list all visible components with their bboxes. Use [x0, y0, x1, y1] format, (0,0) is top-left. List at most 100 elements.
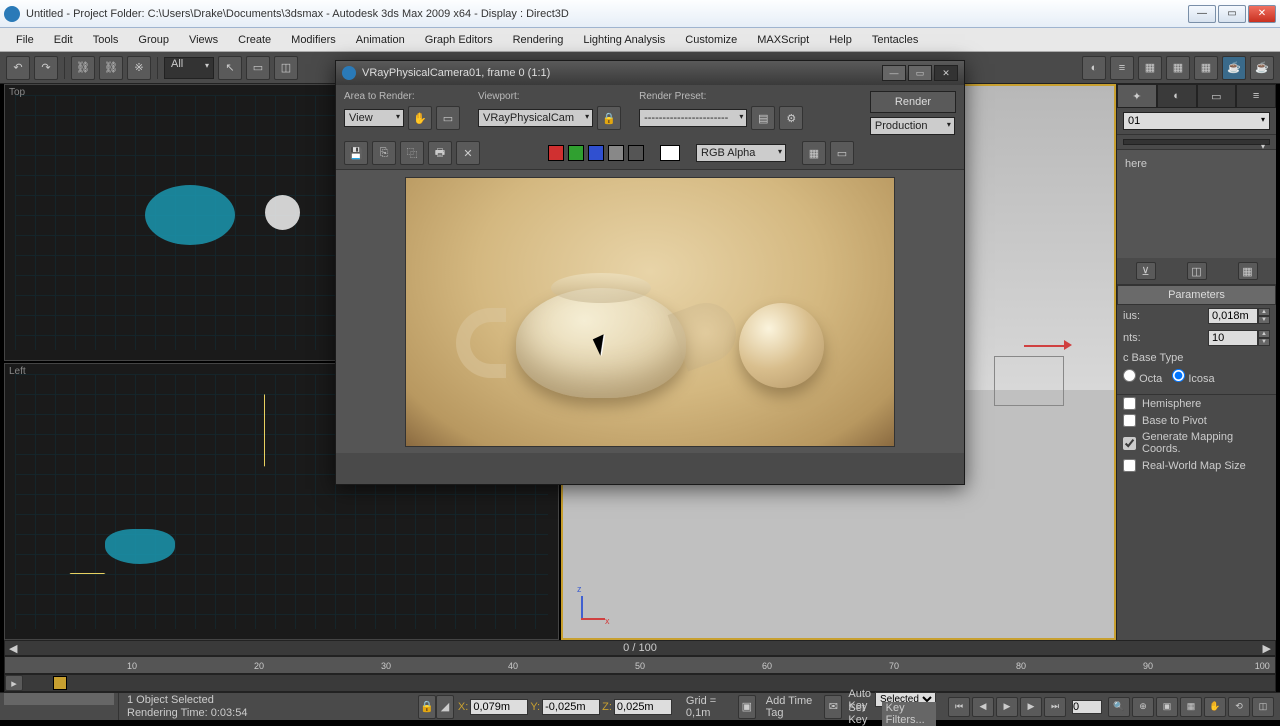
z-input[interactable] — [614, 699, 672, 715]
play-button[interactable]: ▶ — [996, 697, 1018, 717]
zoom-extents-all-button[interactable]: ▦ — [1180, 697, 1202, 717]
channel-red-button[interactable] — [548, 145, 564, 161]
env-button[interactable]: ▤ — [751, 106, 775, 130]
quick-render-button[interactable]: ▦ — [1194, 56, 1218, 80]
render-preset-combo[interactable]: ----------------------- — [639, 109, 747, 127]
render-maximize-button[interactable]: ▭ — [908, 65, 932, 81]
channel-display-combo[interactable]: RGB Alpha — [696, 144, 786, 162]
menu-modifiers[interactable]: Modifiers — [281, 30, 346, 50]
radius-input[interactable] — [1208, 308, 1258, 324]
radio-octa[interactable]: Octa — [1123, 369, 1162, 385]
menu-lighting[interactable]: Lighting Analysis — [573, 30, 675, 50]
render-output-viewport[interactable] — [336, 170, 964, 453]
isolate-button[interactable]: ▣ — [738, 695, 756, 719]
current-frame-input[interactable] — [1072, 700, 1102, 714]
render-frame-button[interactable]: ▦ — [1138, 56, 1162, 80]
stack-item[interactable]: here — [1123, 156, 1270, 172]
menu-graph-editors[interactable]: Graph Editors — [415, 30, 503, 50]
clear-button[interactable]: ✕ — [456, 141, 480, 165]
chk-mapping[interactable] — [1123, 437, 1136, 450]
auto-region-button[interactable]: ▭ — [436, 106, 460, 130]
goto-start-button[interactable]: ⏮ — [948, 697, 970, 717]
menu-customize[interactable]: Customize — [675, 30, 747, 50]
channel-blue-button[interactable] — [588, 145, 604, 161]
key-filters-button[interactable]: Key Filters... — [882, 702, 936, 726]
render-window-titlebar[interactable]: VRayPhysicalCamera01, frame 0 (1:1) — ▭ … — [336, 61, 964, 85]
lock-selection-button[interactable]: 🔒 — [418, 695, 436, 719]
pan-button[interactable]: ✋ — [1204, 697, 1226, 717]
add-time-tag[interactable]: Add Time Tag — [766, 695, 815, 719]
render-close-button[interactable]: ✕ — [934, 65, 958, 81]
render-last-button[interactable]: ☕ — [1250, 56, 1274, 80]
toggle-ui-button[interactable]: ▭ — [830, 141, 854, 165]
render-button-main[interactable]: Render — [870, 91, 956, 113]
show-result-button[interactable]: ◫ — [1187, 262, 1207, 280]
configure-button[interactable]: ▦ — [1238, 262, 1258, 280]
move-gizmo[interactable] — [1024, 336, 1084, 356]
set-key-button[interactable]: Set Key — [848, 702, 877, 726]
maximize-viewport-button[interactable]: ◫ — [1252, 697, 1274, 717]
radius-spinner[interactable]: ▲▼ — [1208, 308, 1270, 324]
comm-center-button[interactable]: ✉ — [824, 695, 842, 719]
x-input[interactable] — [470, 699, 528, 715]
time-next[interactable] — [1263, 642, 1271, 655]
rollout-parameters[interactable]: Parameters — [1117, 285, 1276, 305]
goto-end-button[interactable]: ⏭ — [1044, 697, 1066, 717]
next-frame-button[interactable]: ▶ — [1020, 697, 1042, 717]
render-viewport-combo[interactable]: VRayPhysicalCam — [478, 109, 593, 127]
zoom-extents-button[interactable]: ▣ — [1156, 697, 1178, 717]
minimize-button[interactable]: — — [1188, 5, 1216, 23]
copy-image-button[interactable]: ⎘ — [372, 141, 396, 165]
menu-file[interactable]: File — [6, 30, 44, 50]
clone-button[interactable]: ⿻ — [400, 141, 424, 165]
time-ruler[interactable]: 10 20 30 40 50 60 70 80 90 100 — [4, 656, 1276, 674]
undo-button[interactable]: ↶ — [6, 56, 30, 80]
tab-hierarchy[interactable]: ▭ — [1197, 84, 1237, 108]
toggle-overlay-button[interactable]: ▦ — [802, 141, 826, 165]
radio-icosa[interactable]: Icosa — [1172, 369, 1214, 385]
render-mode-combo[interactable]: Production — [870, 117, 955, 135]
close-button[interactable]: ✕ — [1248, 5, 1276, 23]
modifier-list-combo[interactable] — [1123, 139, 1270, 145]
save-image-button[interactable]: 💾 — [344, 141, 368, 165]
edit-region-button[interactable]: ✋ — [408, 106, 432, 130]
bind-button[interactable]: ※ — [127, 56, 151, 80]
pin-stack-button[interactable]: ⊻ — [1136, 262, 1156, 280]
select-button[interactable]: ↖ — [218, 56, 242, 80]
menu-edit[interactable]: Edit — [44, 30, 83, 50]
menu-rendering[interactable]: Rendering — [503, 30, 574, 50]
teapot-render-button[interactable]: ☕ — [1222, 56, 1246, 80]
time-prev[interactable] — [9, 642, 17, 655]
orbit-button[interactable]: ⟲ — [1228, 697, 1250, 717]
object-name-combo[interactable]: 01 — [1123, 112, 1270, 130]
render-setup-button[interactable]: ≡ — [1110, 56, 1134, 80]
trackbar-toggle[interactable]: ▸ — [5, 675, 23, 691]
channel-alpha-button[interactable] — [608, 145, 624, 161]
area-to-render-combo[interactable]: View — [344, 109, 404, 127]
print-button[interactable]: 🖶 — [428, 141, 452, 165]
select-region-button[interactable]: ◫ — [274, 56, 298, 80]
zoom-button[interactable]: 🔍 — [1108, 697, 1130, 717]
tab-create[interactable]: ✦ — [1117, 84, 1157, 108]
tab-motion[interactable]: ≡ — [1236, 84, 1276, 108]
setup-button[interactable]: ⚙ — [779, 106, 803, 130]
maximize-button[interactable]: ▭ — [1218, 5, 1246, 23]
absolute-mode-button[interactable]: ◢ — [436, 695, 454, 719]
channel-mono-button[interactable] — [628, 145, 644, 161]
lock-viewport-button[interactable]: 🔒 — [597, 106, 621, 130]
time-slider[interactable]: 0 / 100 — [4, 640, 1276, 656]
menu-create[interactable]: Create — [228, 30, 281, 50]
menu-animation[interactable]: Animation — [346, 30, 415, 50]
selection-filter-combo[interactable]: All — [164, 57, 214, 79]
select-name-button[interactable]: ▭ — [246, 56, 270, 80]
redo-button[interactable]: ↷ — [34, 56, 58, 80]
trackbar[interactable]: ▸ — [4, 674, 1276, 692]
menu-maxscript[interactable]: MAXScript — [747, 30, 819, 50]
y-input[interactable] — [542, 699, 600, 715]
keyframe-marker[interactable] — [53, 676, 67, 690]
color-swatch[interactable] — [660, 145, 680, 161]
material-editor-button[interactable]: ◐ — [1082, 56, 1106, 80]
modifier-stack[interactable]: here — [1117, 150, 1276, 258]
link-button[interactable]: ⛓ — [71, 56, 95, 80]
render-minimize-button[interactable]: — — [882, 65, 906, 81]
